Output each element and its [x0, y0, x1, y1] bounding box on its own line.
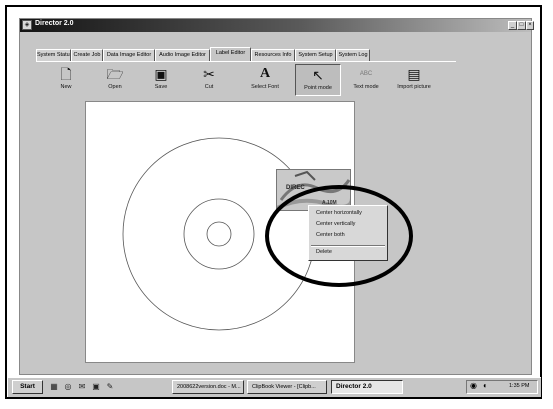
quicklaunch-icon[interactable]: ✎	[105, 381, 115, 392]
browser-icon[interactable]: ◎	[63, 381, 73, 392]
media-icon[interactable]: ▣	[91, 381, 101, 392]
start-label: Start	[20, 383, 35, 390]
messenger-icon[interactable]: ✉	[77, 381, 87, 392]
highlight-ring	[265, 185, 413, 287]
start-button[interactable]: Start	[12, 380, 43, 394]
network-icon[interactable]: ◉	[470, 381, 477, 390]
volume-icon[interactable]: ◐	[483, 381, 488, 390]
task-director[interactable]: Director 2.0	[331, 380, 403, 394]
clock: 1:35 PM	[509, 383, 530, 389]
show-desktop-icon[interactable]: ▦	[49, 381, 59, 392]
task-clipbook-viewer[interactable]: ClipBook Viewer - [Clipb...	[247, 380, 327, 394]
task-word-document[interactable]: 2008622version.doc - M...	[172, 380, 244, 394]
